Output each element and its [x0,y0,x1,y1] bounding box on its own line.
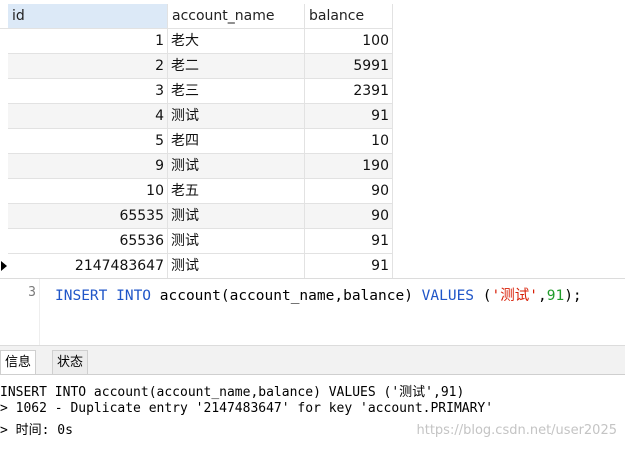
output-tabs: 信息 状态 [0,345,625,375]
cell-id[interactable]: 65536 [8,229,168,254]
sql-text-table: account(account_name,balance) [151,288,422,304]
editor-gutter: 3 [0,279,40,345]
cell-balance[interactable]: 5991 [305,54,393,79]
sql-code-line[interactable]: INSERT INTO account(account_name,balance… [55,284,582,305]
cell-balance[interactable]: 100 [305,29,393,54]
sql-keyword-values: VALUES [421,288,475,304]
table-row[interactable]: 10 老五 90 [0,179,393,204]
table-row-current[interactable]: 2147483647 测试 91 [0,254,393,279]
cell-account-name[interactable]: 老四 [168,129,305,154]
row-marker [0,104,8,129]
row-marker-header [0,4,8,29]
line-number: 3 [28,285,36,300]
table-row[interactable]: 5 老四 10 [0,129,393,154]
message-panel: INSERT INTO account(account_name,balance… [0,374,625,450]
row-marker [0,79,8,104]
cell-balance[interactable]: 90 [305,204,393,229]
sql-editor[interactable]: 3 INSERT INTO account(account_name,balan… [0,278,625,345]
cell-account-name[interactable]: 测试 [168,104,305,129]
cell-balance[interactable]: 190 [305,154,393,179]
grid-header: id account_name balance [0,4,393,29]
message-line-error: > 1062 - Duplicate entry '2147483647' fo… [0,401,494,416]
message-line-time: > 时间: 0s [0,423,73,438]
cell-account-name[interactable]: 老大 [168,29,305,54]
cell-id[interactable]: 3 [8,79,168,104]
cell-id[interactable]: 9 [8,154,168,179]
cell-account-name[interactable]: 老三 [168,79,305,104]
table-row[interactable]: 65535 测试 90 [0,204,393,229]
row-marker [0,129,8,154]
cell-id[interactable]: 4 [8,104,168,129]
row-marker-current [0,254,8,279]
sql-text-comma: , [537,288,547,304]
table-row[interactable]: 2 老二 5991 [0,54,393,79]
table-row[interactable]: 65536 测试 91 [0,229,393,254]
table-row[interactable]: 1 老大 100 [0,29,393,54]
tab-status[interactable]: 状态 [52,350,89,375]
cell-balance[interactable]: 91 [305,254,393,279]
cell-account-name[interactable]: 测试 [168,154,305,179]
cell-id[interactable]: 1 [8,29,168,54]
tab-info[interactable]: 信息 [0,350,37,375]
current-row-arrow-icon [1,261,7,271]
cell-balance[interactable]: 2391 [305,79,393,104]
cell-account-name[interactable]: 老五 [168,179,305,204]
cell-id[interactable]: 65535 [8,204,168,229]
cell-balance[interactable]: 10 [305,129,393,154]
cell-balance[interactable]: 91 [305,104,393,129]
cell-id[interactable]: 5 [8,129,168,154]
sql-number-literal: 91 [546,288,565,304]
row-marker [0,54,8,79]
table-row[interactable]: 4 测试 91 [0,104,393,129]
sql-text-paren: ( [474,288,492,304]
row-marker [0,179,8,204]
cell-account-name[interactable]: 测试 [168,204,305,229]
row-marker [0,229,8,254]
sql-keyword-insert-into: INSERT INTO [55,288,152,304]
sql-text-close: ); [564,288,582,304]
sql-string-literal: '测试' [491,288,538,304]
message-line-query: INSERT INTO account(account_name,balance… [0,385,465,400]
table-row[interactable]: 9 测试 190 [0,154,393,179]
watermark-text: https://blog.csdn.net/user2025 [416,423,618,438]
cell-account-name[interactable]: 测试 [168,254,305,279]
table-row[interactable]: 3 老三 2391 [0,79,393,104]
column-header-account-name[interactable]: account_name [168,4,305,29]
column-header-id[interactable]: id [8,4,168,29]
cell-id[interactable]: 2147483647 [8,254,168,279]
row-marker [0,204,8,229]
row-marker [0,154,8,179]
cell-balance[interactable]: 90 [305,179,393,204]
column-header-balance[interactable]: balance [305,4,393,29]
cell-id[interactable]: 2 [8,54,168,79]
cell-balance[interactable]: 91 [305,229,393,254]
cell-account-name[interactable]: 测试 [168,229,305,254]
row-marker [0,29,8,54]
cell-account-name[interactable]: 老二 [168,54,305,79]
cell-id[interactable]: 10 [8,179,168,204]
result-grid: id account_name balance 1 老大 100 2 老二 59… [0,0,625,279]
